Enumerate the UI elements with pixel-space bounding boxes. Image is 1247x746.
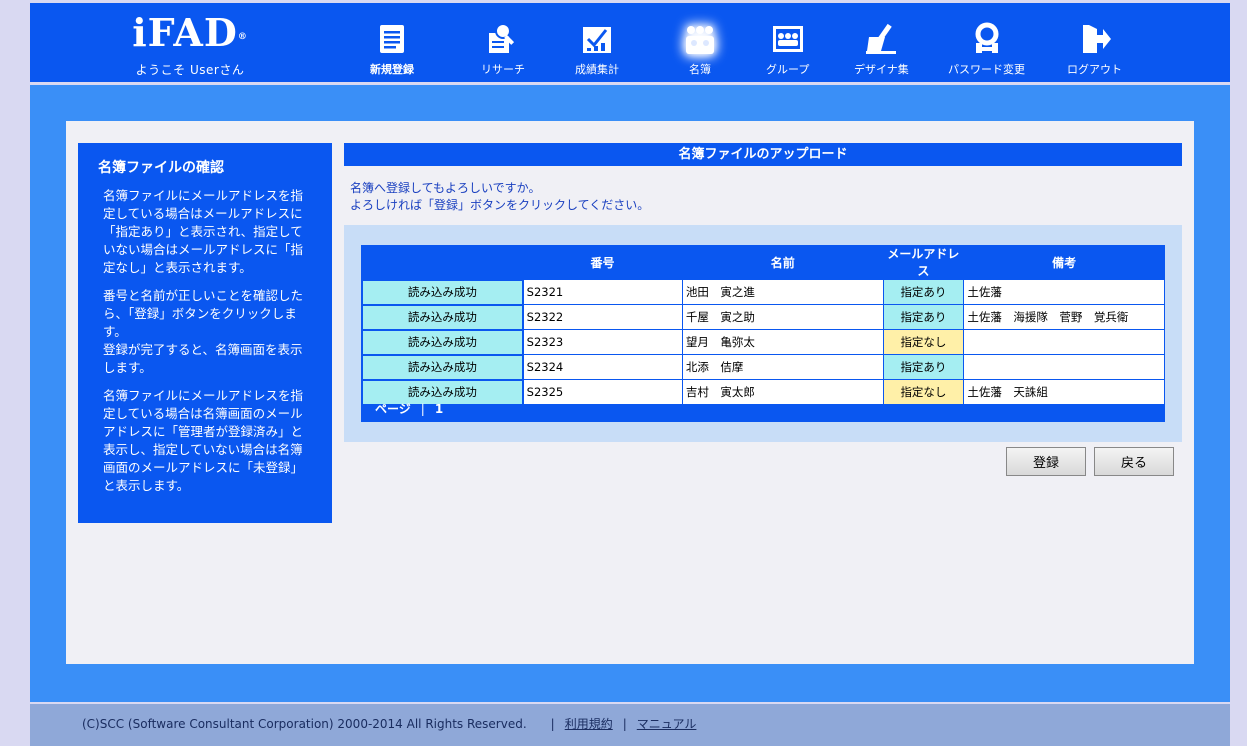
sidebar-title: 名簿ファイルの確認: [98, 160, 224, 176]
footer-separator: |: [550, 717, 555, 731]
pager-separator: |: [420, 402, 425, 416]
logo-text: iFAD: [132, 10, 238, 55]
roster-icon: [686, 26, 714, 54]
number-cell: S2322: [522, 304, 683, 330]
sidebar-paragraph: 番号と名前が正しいことを確認したら、「登録」ボタンをクリックします。: [103, 288, 304, 339]
email-cell: 指定なし: [882, 329, 965, 355]
sidebar-paragraph: 名簿ファイルにメールアドレスを指定している場合は名簿画面のメールアドレスに「管理…: [103, 388, 304, 493]
pager-page-1[interactable]: 1: [435, 402, 443, 416]
email-cell: 指定なし: [882, 379, 965, 405]
nav-password-change[interactable]: パスワード変更: [948, 3, 1025, 82]
table-row: 読み込み成功 S2324 北添 佶摩 指定あり: [361, 353, 1165, 381]
number-cell: S2324: [522, 354, 683, 380]
name-cell: 千屋 寅之助: [681, 304, 884, 330]
email-cell: 指定あり: [882, 279, 965, 305]
copyright-text: (C)SCC (Software Consultant Corporation)…: [82, 717, 527, 731]
name-cell: 北添 佶摩: [681, 354, 884, 380]
welcome-text: ようこそ Userさん: [135, 63, 245, 77]
column-header-status: [362, 245, 523, 280]
sidebar-paragraph: 名簿ファイルにメールアドレスを指定している場合はメールアドレスに「指定あり」と表…: [103, 188, 304, 275]
designer-icon: [866, 23, 897, 54]
nav-new-registration[interactable]: 新規登録: [370, 3, 414, 82]
note-cell: 土佐藩 天誅組: [963, 379, 1165, 405]
research-icon: [489, 23, 515, 53]
nav-label: 名簿: [689, 63, 711, 76]
nav-label: パスワード変更: [948, 63, 1025, 76]
grades-icon: [583, 27, 611, 53]
status-cell: 読み込み成功: [361, 328, 524, 356]
sidebar-paragraph: 登録が完了すると、名簿画面を表示します。: [103, 342, 303, 375]
terms-link[interactable]: 利用規約: [565, 717, 613, 731]
back-button[interactable]: 戻る: [1094, 447, 1174, 476]
status-cell: 読み込み成功: [361, 278, 524, 306]
nav-designer[interactable]: デザイナ集: [854, 3, 909, 82]
note-cell: 土佐藩: [963, 279, 1165, 305]
nav-grades[interactable]: 成績集計: [575, 3, 619, 82]
email-cell: 指定あり: [882, 304, 965, 330]
nav-label: デザイナ集: [854, 63, 909, 76]
footer: (C)SCC (Software Consultant Corporation)…: [30, 704, 1230, 746]
confirm-message: 名簿へ登録してもよろしいですか。 よろしければ「登録」ボタンをクリックしてくださ…: [350, 180, 649, 214]
header: iFAD® ようこそ Userさん 新規登録 リサーチ 成績集計 名簿 グループ…: [30, 3, 1230, 82]
table-row: 読み込み成功 S2323 望月 亀弥太 指定なし: [361, 328, 1165, 356]
column-header-note: 備考: [1052, 255, 1077, 270]
nav-roster[interactable]: 名簿: [682, 3, 718, 82]
note-cell: 土佐藩 海援隊 菅野 覚兵衛: [963, 304, 1165, 330]
nav-label: リサーチ: [481, 63, 525, 76]
status-cell: 読み込み成功: [361, 303, 524, 331]
column-header-email: メールアドレス: [887, 247, 960, 278]
group-icon: [772, 26, 803, 52]
note-cell: [963, 354, 1165, 380]
table-row: 読み込み成功 S2322 千屋 寅之助 指定あり 土佐藩 海援隊 菅野 覚兵衛: [361, 303, 1165, 331]
nav-logout[interactable]: ログアウト: [1067, 3, 1122, 82]
email-cell: 指定あり: [882, 354, 965, 380]
page-title: 名簿ファイルのアップロード: [344, 143, 1182, 166]
document-icon: [380, 25, 404, 53]
status-cell: 読み込み成功: [361, 353, 524, 381]
column-header-number: 番号: [590, 255, 615, 270]
nav-label: 成績集計: [575, 63, 619, 76]
number-cell: S2321: [522, 279, 683, 305]
help-sidebar: 名簿ファイルの確認 名簿ファイルにメールアドレスを指定している場合はメールアドレ…: [78, 143, 332, 523]
logout-icon: [1082, 25, 1111, 53]
roster-table: 番号 名前 メールアドレス 備考 読み込み成功 S2321 池田 寅之進 指定あ…: [361, 245, 1165, 406]
number-cell: S2325: [522, 379, 683, 405]
nav-label: ログアウト: [1067, 63, 1122, 76]
registered-mark: ®: [237, 32, 248, 42]
column-header-name: 名前: [770, 255, 795, 270]
message-line: よろしければ「登録」ボタンをクリックしてください。: [350, 198, 650, 212]
footer-separator: |: [622, 717, 627, 731]
table-row: 読み込み成功 S2321 池田 寅之進 指定あり 土佐藩: [361, 278, 1165, 306]
nav-research[interactable]: リサーチ: [481, 3, 525, 82]
nav-label: グループ: [766, 63, 810, 76]
manual-link[interactable]: マニュアル: [637, 717, 697, 731]
message-line: 名簿へ登録してもよろしいですか。: [350, 181, 541, 195]
password-icon: [975, 22, 998, 53]
logo: iFAD® ようこそ Userさん: [130, 11, 250, 78]
register-button[interactable]: 登録: [1006, 447, 1086, 476]
nav-label: 新規登録: [370, 63, 414, 76]
name-cell: 望月 亀弥太: [681, 329, 884, 355]
name-cell: 吉村 寅太郎: [681, 379, 884, 405]
pager-label: ページ: [375, 402, 411, 416]
name-cell: 池田 寅之進: [681, 279, 884, 305]
number-cell: S2323: [522, 329, 683, 355]
table-row: 読み込み成功 S2325 吉村 寅太郎 指定なし 土佐藩 天誅組: [361, 378, 1165, 406]
pager: ページ | 1: [375, 400, 443, 417]
nav-group[interactable]: グループ: [766, 3, 809, 82]
note-cell: [963, 329, 1165, 355]
table-header: 番号 名前 メールアドレス 備考: [362, 245, 1165, 280]
